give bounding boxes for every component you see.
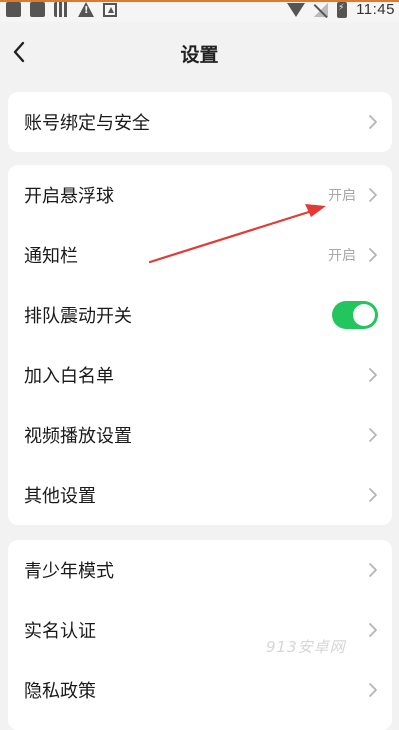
battery-icon [337, 1, 348, 18]
chevron-right-icon [368, 187, 378, 203]
status-time: 11:45 [356, 1, 395, 18]
chevron-right-icon [368, 367, 378, 383]
settings-item-label: 其他设置 [24, 486, 96, 507]
settings-item-label: 青少年模式 [24, 561, 114, 582]
status-bar-notifications [6, 2, 117, 17]
settings-item-label: 隐私政策 [24, 681, 96, 702]
chevron-right-icon [368, 427, 378, 443]
queue-vibration-toggle[interactable] [332, 301, 378, 329]
chevron-right-icon [368, 682, 378, 698]
settings-item-label: 账号绑定与安全 [24, 113, 150, 134]
settings-item-account-security[interactable]: 账号绑定与安全 [8, 92, 392, 152]
warning-icon [78, 2, 94, 17]
header: 设置 [0, 22, 399, 82]
settings-item-label: 实名认证 [24, 621, 96, 642]
settings-item-label: 加入白名单 [24, 366, 114, 387]
notification-icon [54, 2, 69, 17]
settings-item-label: 通知栏 [24, 246, 78, 267]
chevron-right-icon [368, 487, 378, 503]
settings-item-whitelist[interactable]: 加入白名单 [8, 345, 392, 405]
settings-item-label: 视频播放设置 [24, 426, 132, 447]
page-title: 设置 [180, 44, 219, 66]
settings-item-label: 排队震动开关 [24, 306, 132, 327]
chevron-right-icon [368, 562, 378, 578]
settings-item-value: 开启 [328, 188, 356, 204]
settings-item-floating-ball[interactable]: 开启悬浮球 开启 [8, 165, 392, 225]
settings-item-notification-bar[interactable]: 通知栏 开启 [8, 225, 392, 285]
chevron-right-icon [368, 114, 378, 130]
toggle-knob [353, 304, 375, 326]
settings-group-account: 账号绑定与安全 [8, 92, 392, 152]
settings-item-video-playback[interactable]: 视频播放设置 [8, 405, 392, 465]
settings-item-queue-vibration: 排队震动开关 [8, 285, 392, 345]
settings-group-privacy: 青少年模式 实名认证 隐私政策 [8, 540, 392, 730]
status-bar-system: 11:45 [287, 1, 395, 18]
chevron-right-icon [368, 622, 378, 638]
notification-icon [103, 2, 117, 17]
signal-icon [314, 2, 329, 17]
settings-item-teen-mode[interactable]: 青少年模式 [8, 540, 392, 600]
settings-item-value: 开启 [328, 248, 356, 264]
notification-icon [30, 2, 45, 17]
settings-item-label: 开启悬浮球 [24, 186, 114, 207]
notification-icon [6, 2, 21, 17]
wifi-icon [287, 2, 306, 17]
watermark: 913安卓网 [266, 638, 346, 656]
settings-group-general: 开启悬浮球 开启 通知栏 开启 排队震动开关 加入白名单 视频播放设置 其他设置 [8, 165, 392, 525]
status-bar: 11:45 [0, 0, 399, 22]
chevron-right-icon [368, 247, 378, 263]
settings-item-other[interactable]: 其他设置 [8, 465, 392, 525]
settings-item-privacy-policy[interactable]: 隐私政策 [8, 660, 392, 720]
